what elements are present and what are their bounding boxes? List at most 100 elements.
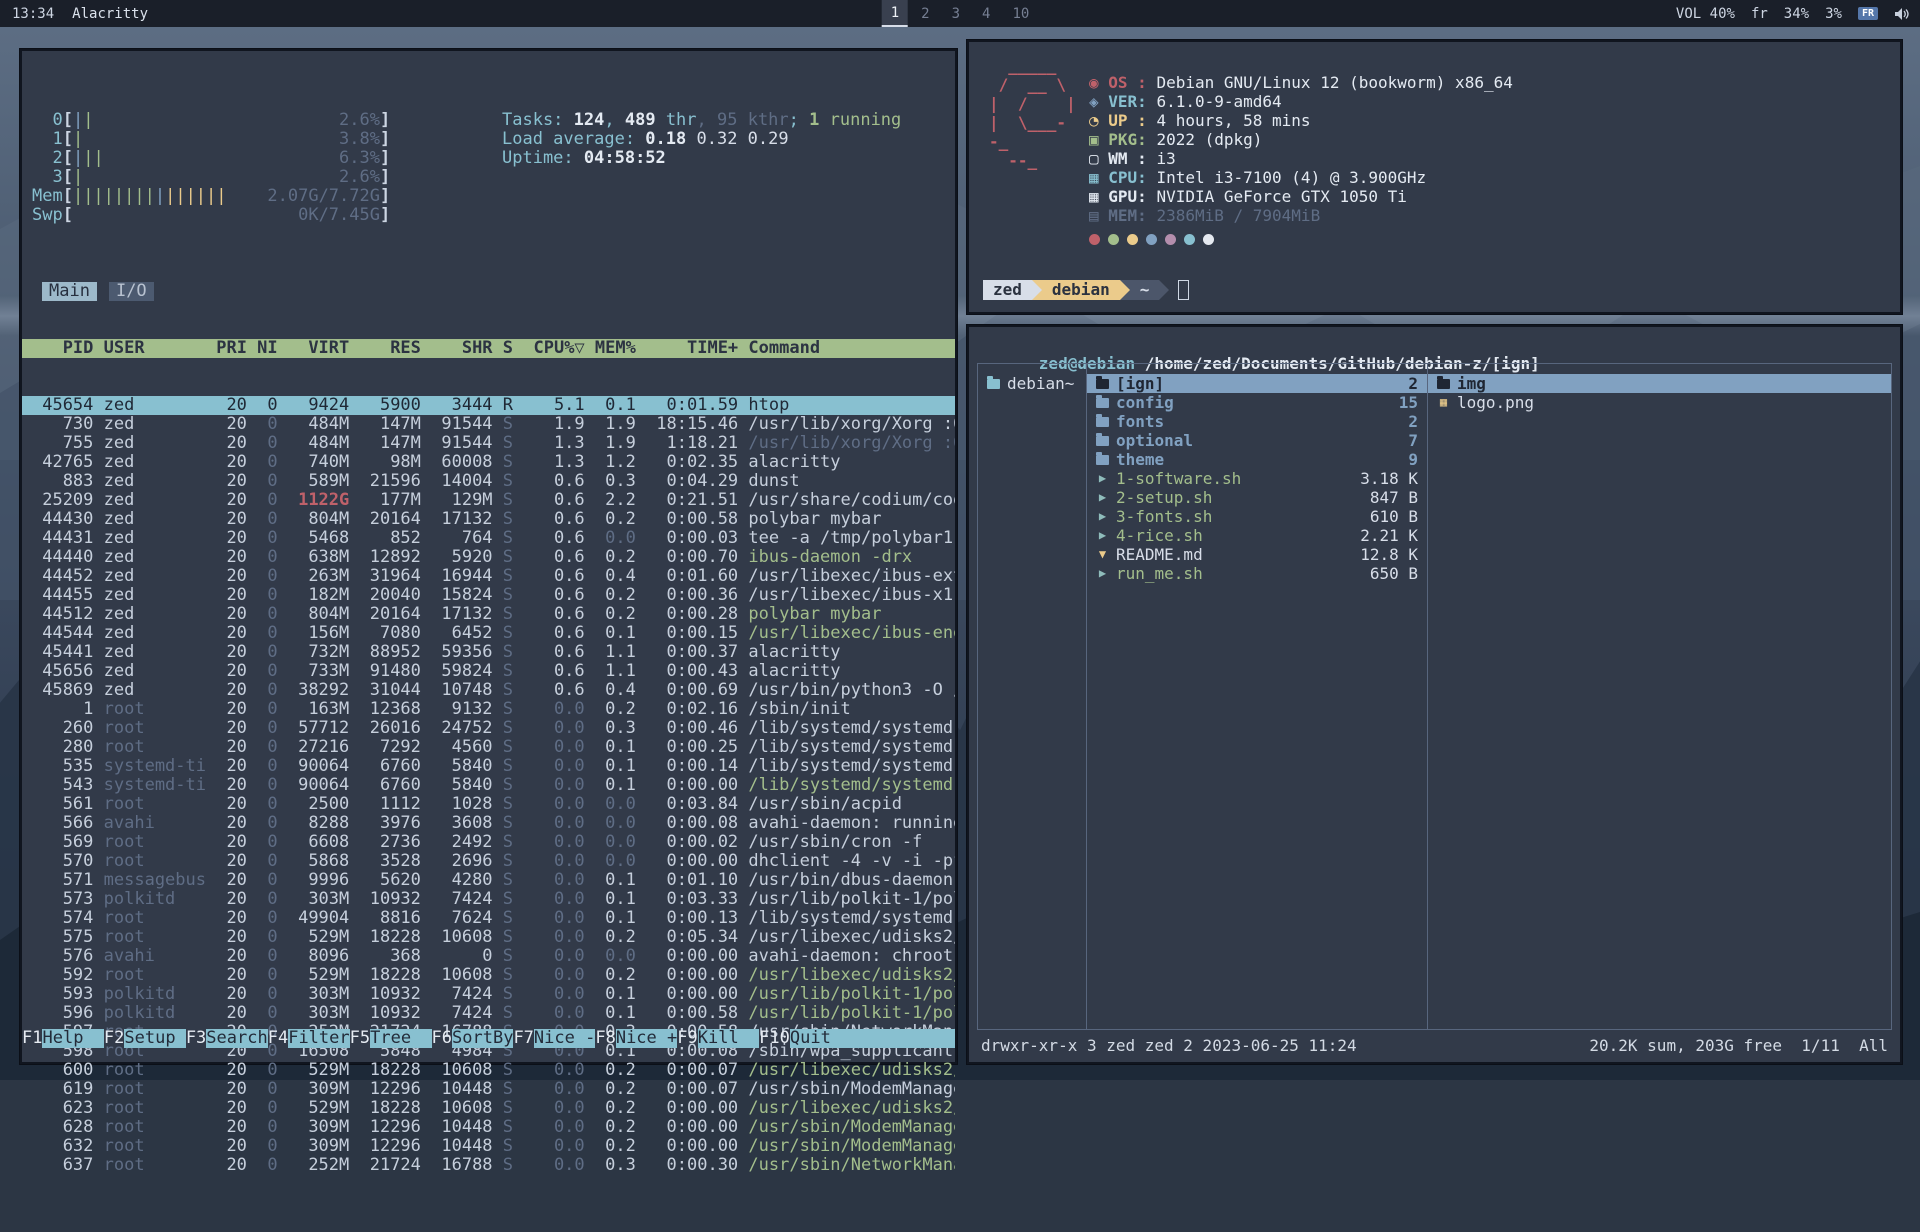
column-header-cpu[interactable]: CPU%▽ [533,339,584,358]
column-header-res[interactable]: RES [360,339,421,358]
process-row[interactable]: 632root200309M1229610448S0.00.20:00.00/u… [22,1137,955,1156]
process-cell: 0.0 [533,719,584,738]
file-row-1softwaresh[interactable]: ▶1-software.sh3.18 K [1087,469,1427,488]
process-row[interactable]: 637root200252M2172416788S0.00.30:00.30/u… [22,1156,955,1175]
htop-tab-io[interactable]: I/O [109,282,154,301]
powerline-arrow-icon [1120,280,1130,300]
column-header-virt[interactable]: VIRT [288,339,349,358]
keyboard-layout-indicator[interactable]: fr [1751,6,1768,22]
file-row-logopng[interactable]: ▦logo.png [1428,393,1891,412]
file-row-4ricesh[interactable]: ▶4-rice.sh2.21 K [1087,526,1427,545]
fkey-f1[interactable]: F1Help [22,1029,104,1048]
fkey-f9[interactable]: F9Kill [677,1029,759,1048]
column-header-ni[interactable]: NI [257,339,277,358]
process-row[interactable]: 44544zed200156M70806452S0.60.10:00.15/us… [22,624,955,643]
process-cell: 0:00.14 [656,757,738,776]
fkey-f10[interactable]: F10Quit [759,1029,851,1048]
process-row[interactable]: 42765zed200740M98M60008S1.31.20:02.35ala… [22,453,955,472]
fkey-f8[interactable]: F8Nice + [595,1029,677,1048]
process-row[interactable]: 570root200586835282696S0.00.00:00.00dhcl… [22,852,955,871]
process-row[interactable]: 575root200529M1822810608S0.00.20:05.34/u… [22,928,955,947]
process-row[interactable]: 45869zed200382923104410748S0.60.40:00.69… [22,681,955,700]
process-row[interactable]: 561root200250011121028S0.00.00:03.84/usr… [22,795,955,814]
process-row[interactable]: 569root200660827362492S0.00.00:00.02/usr… [22,833,955,852]
terminal-cursor[interactable] [1178,280,1189,300]
fkey-f3[interactable]: F3Search [186,1029,268,1048]
workspace-2[interactable]: 2 [912,0,938,27]
workspace-10[interactable]: 10 [1003,0,1038,27]
process-row[interactable]: 25209zed2001122G177M129MS0.62.20:21.51/u… [22,491,955,510]
parent-dir-tab[interactable]: debian~ [978,374,1086,393]
parent-dir-name: debian~ [1007,374,1074,393]
process-row[interactable]: 574root2004990488167624S0.00.10:00.13/li… [22,909,955,928]
process-row[interactable]: 628root200309M1229610448S0.00.20:00.00/u… [22,1118,955,1137]
column-header-shr[interactable]: SHR [431,339,492,358]
htop-tab-main[interactable]: Main [42,282,97,301]
fetch-line-gpu: ▦GPU: NVIDIA GeForce GTX 1050 Ti [1089,187,1513,206]
column-header-pri[interactable]: PRI [216,339,247,358]
column-header-user[interactable]: USER [104,339,206,358]
process-row[interactable]: 730zed200484M147M91544S1.91.918:15.46/us… [22,415,955,434]
fkey-f7[interactable]: F7Nice - [513,1029,595,1048]
column-header-s[interactable]: S [503,339,513,358]
fkey-f5[interactable]: F5Tree [350,1029,432,1048]
file-row-3fontssh[interactable]: ▶3-fonts.sh610 B [1087,507,1427,526]
process-row[interactable]: 44512zed200804M2016417132S0.60.20:00.28p… [22,605,955,624]
file-row-2setupsh[interactable]: ▶2-setup.sh847 B [1087,488,1427,507]
process-row[interactable]: 573polkitd200303M109327424S0.00.10:03.33… [22,890,955,909]
process-cell: zed [104,510,206,529]
file-row-fonts[interactable]: fonts2 [1087,412,1427,431]
file-row-config[interactable]: config15 [1087,393,1427,412]
workspace-4[interactable]: 4 [973,0,999,27]
process-row[interactable]: 260root200577122601624752S0.00.30:00.46/… [22,719,955,738]
volume-indicator[interactable]: VOL 40% [1676,6,1735,22]
process-row[interactable]: 566avahi200828839763608S0.00.00:00.08ava… [22,814,955,833]
process-row[interactable]: 883zed200589M2159614004S0.60.30:04.29dun… [22,472,955,491]
fkey-f6[interactable]: F6SortBy [432,1029,514,1048]
process-row[interactable]: 593polkitd200303M109327424S0.00.10:00.00… [22,985,955,1004]
process-row[interactable]: 755zed200484M147M91544S1.31.91:18.21/usr… [22,434,955,453]
process-row[interactable]: 45441zed200732M8895259356S0.61.10:00.37a… [22,643,955,662]
process-row[interactable]: 1root200163M123689132S0.00.20:02.16/sbin… [22,700,955,719]
process-row[interactable]: 44430zed200804M2016417132S0.60.20:00.58p… [22,510,955,529]
column-header-mem[interactable]: MEM% [595,339,636,358]
brightness-indicator[interactable]: 34% [1784,6,1809,22]
process-row[interactable]: 571messagebus200999656204280S0.00.10:01.… [22,871,955,890]
file-row-img[interactable]: img [1428,374,1891,393]
process-cell: 7292 [360,738,421,757]
speaker-icon[interactable] [1894,7,1910,21]
process-row[interactable]: 543systemd-ti2009006467605840S0.00.10:00… [22,776,955,795]
process-row[interactable]: 44431zed2005468852764S0.60.00:00.03tee -… [22,529,955,548]
file-row-theme[interactable]: theme9 [1087,450,1427,469]
process-cell: 0:00.43 [656,662,738,681]
process-row[interactable]: 619root200309M1229610448S0.00.20:00.07/u… [22,1080,955,1099]
process-row[interactable]: 44440zed200638M128925920S0.60.20:00.70ib… [22,548,955,567]
process-cell: 2.2 [595,491,636,510]
column-header-pid[interactable]: PID [32,339,93,358]
process-row[interactable]: 623root200529M1822810608S0.00.20:00.00/u… [22,1099,955,1118]
process-row[interactable]: 600root200529M1822810608S0.00.20:00.07/u… [22,1061,955,1080]
workspace-1[interactable]: 1 [882,0,908,27]
process-row[interactable]: 44455zed200182M2004015824S0.60.20:00.36/… [22,586,955,605]
file-row-ign[interactable]: [ign]2 [1087,374,1427,393]
process-row[interactable]: 576avahi20080963680S0.00.00:00.00avahi-d… [22,947,955,966]
fkey-f4[interactable]: F4Filter [268,1029,350,1048]
process-row[interactable]: 535systemd-ti2009006467605840S0.00.10:00… [22,757,955,776]
process-cell: S [503,1118,513,1137]
cpu-indicator[interactable]: 3% [1825,6,1842,22]
process-row[interactable]: 45654zed200942459003444R5.10.10:01.59hto… [22,396,955,415]
file-row-optional[interactable]: optional7 [1087,431,1427,450]
keyboard-flag-badge[interactable]: FR [1858,7,1878,20]
process-row[interactable]: 44452zed200263M3196416944S0.60.40:01.60/… [22,567,955,586]
column-header-time[interactable]: TIME+ [656,339,738,358]
fkey-label: Quit [790,1029,851,1048]
file-row-run_mesh[interactable]: ▶run_me.sh650 B [1087,564,1427,583]
fkey-f2[interactable]: F2Setup [104,1029,186,1048]
file-row-readmemd[interactable]: ▼README.md12.8 K [1087,545,1427,564]
workspace-3[interactable]: 3 [943,0,969,27]
process-row[interactable]: 596polkitd200303M109327424S0.00.10:00.58… [22,1004,955,1023]
process-row[interactable]: 280root2002721672924560S0.00.10:00.25/li… [22,738,955,757]
column-header-command[interactable]: Command [748,339,955,358]
process-row[interactable]: 45656zed200733M9148059824S0.61.10:00.43a… [22,662,955,681]
process-row[interactable]: 592root200529M1822810608S0.00.20:00.00/u… [22,966,955,985]
